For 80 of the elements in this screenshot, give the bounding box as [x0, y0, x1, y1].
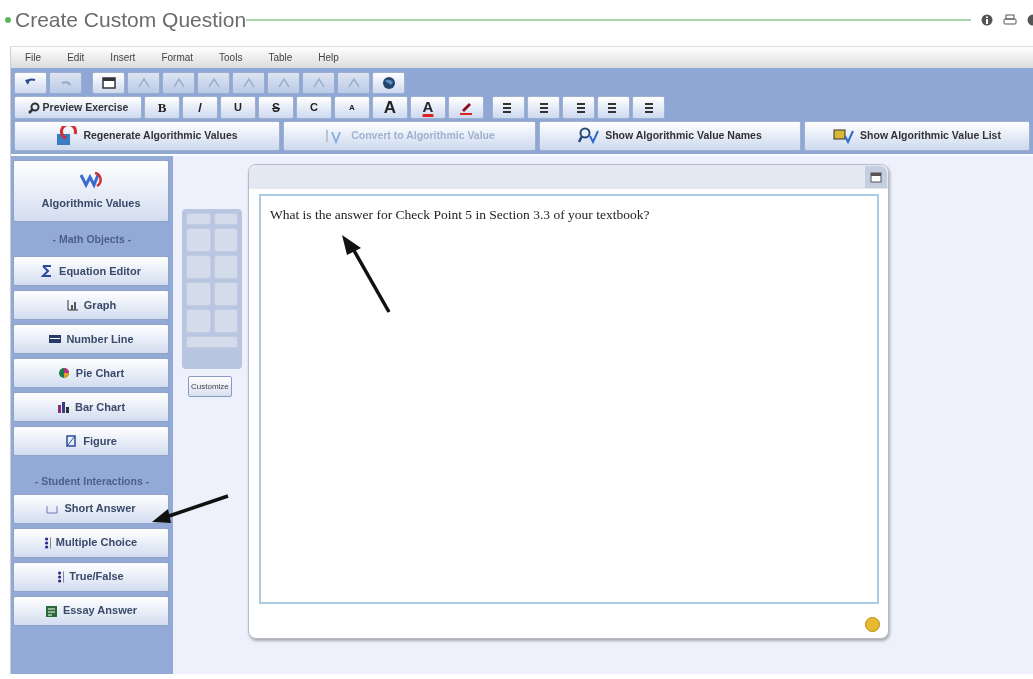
sidebar-button[interactable]: Short Answer — [13, 493, 169, 524]
palette-button[interactable] — [213, 255, 238, 279]
sidebar-button[interactable]: Pie Chart — [13, 357, 169, 388]
format-button[interactable]: / — [182, 96, 218, 119]
essay-icon — [44, 604, 58, 617]
highlight-button[interactable] — [448, 96, 484, 119]
search-check-icon — [578, 126, 600, 146]
menu-item[interactable]: Format — [161, 50, 194, 65]
format-button[interactable]: B — [144, 96, 180, 119]
menu-item[interactable]: Help — [318, 50, 339, 65]
section-heading: - Student Interactions - — [33, 473, 151, 489]
algorithmic-values-button[interactable]: Algorithmic Values — [13, 160, 169, 222]
help-button[interactable] — [865, 617, 880, 632]
sidebar-button[interactable]: Bar Chart — [13, 391, 169, 422]
format-button[interactable]: S — [258, 96, 294, 119]
sidebar-button[interactable]: Graph — [13, 289, 169, 320]
align-icon — [537, 102, 550, 113]
palette-button[interactable] — [186, 255, 211, 279]
search-icon — [27, 101, 40, 114]
expand-button[interactable] — [865, 166, 887, 188]
bullet-icon — [4, 16, 12, 24]
algorithmic-values-icon — [78, 170, 104, 191]
customize-button[interactable]: Customize — [188, 376, 232, 397]
figure-icon — [65, 434, 79, 447]
highlighter-icon — [459, 100, 473, 115]
sidebar-button[interactable]: Equation Editor — [13, 255, 169, 286]
regenerate-button[interactable]: Regenerate Algorithmic Values — [14, 121, 280, 151]
globe-button[interactable] — [372, 72, 405, 94]
dots-icon — [44, 536, 51, 549]
redo-icon — [60, 80, 71, 86]
align-button[interactable] — [527, 96, 560, 119]
format-button[interactable]: U — [220, 96, 256, 119]
palette-button[interactable] — [213, 309, 238, 333]
table-icon — [100, 75, 117, 91]
page-title: Create Custom Question — [15, 7, 247, 34]
align-button[interactable] — [632, 96, 665, 119]
sidebar-button[interactable]: Number Line — [13, 323, 169, 354]
palette-button[interactable] — [213, 282, 238, 306]
palette-button[interactable] — [213, 213, 238, 225]
format-button[interactable]: C — [296, 96, 332, 119]
show-list-button[interactable]: Show Algorithmic Value List — [804, 121, 1030, 151]
table-button[interactable] — [92, 72, 125, 94]
preview-exercise-button[interactable]: Preview Exercise — [14, 96, 142, 119]
palette-button[interactable] — [186, 228, 211, 252]
menu-item[interactable]: Tools — [219, 50, 243, 65]
dots-icon — [58, 570, 65, 583]
sidebar-button[interactable]: Figure — [13, 425, 169, 456]
align-button[interactable] — [492, 96, 525, 119]
sidebar-button[interactable]: True/False — [13, 561, 169, 592]
section-heading: - Math Objects - — [51, 232, 133, 247]
print-icon — [1003, 14, 1017, 26]
question-text-area[interactable]: What is the answer for Check Point 5 in Section 3.3 of your textbook? — [259, 194, 879, 604]
align-button[interactable] — [597, 96, 630, 119]
menu-item[interactable]: Edit — [67, 50, 85, 65]
refresh-icon — [56, 126, 78, 146]
format-button[interactable]: A — [372, 96, 408, 119]
list-check-icon — [833, 126, 855, 146]
question-text: What is the answer for Check Point 5 in Section 3.3 of your textbook? — [270, 207, 650, 222]
menu-item[interactable]: Table — [268, 50, 293, 65]
info-icon — [981, 14, 993, 26]
format-button[interactable]: A — [410, 96, 446, 119]
show-names-button[interactable]: Show Algorithmic Value Names — [539, 121, 801, 151]
palette-button[interactable] — [213, 228, 238, 252]
align-icon — [642, 102, 655, 113]
format-button[interactable]: A — [334, 96, 370, 119]
sidebar-button[interactable]: Essay Answer — [13, 595, 169, 626]
menu-item[interactable]: File — [25, 50, 42, 65]
undo-button[interactable] — [14, 72, 47, 94]
palette-button[interactable] — [186, 336, 238, 348]
sidebar-button[interactable]: Multiple Choice — [13, 527, 169, 558]
pie-chart-icon — [57, 366, 71, 379]
bar-chart-icon — [56, 400, 70, 413]
palette-button[interactable] — [186, 282, 211, 306]
palette-button[interactable] — [186, 213, 211, 225]
menu-item[interactable]: Insert — [110, 50, 136, 65]
palette-button[interactable] — [186, 309, 211, 333]
expand-icon — [870, 171, 882, 183]
globe-icon — [380, 75, 397, 91]
graph-icon — [65, 298, 79, 311]
align-button[interactable] — [562, 96, 595, 119]
